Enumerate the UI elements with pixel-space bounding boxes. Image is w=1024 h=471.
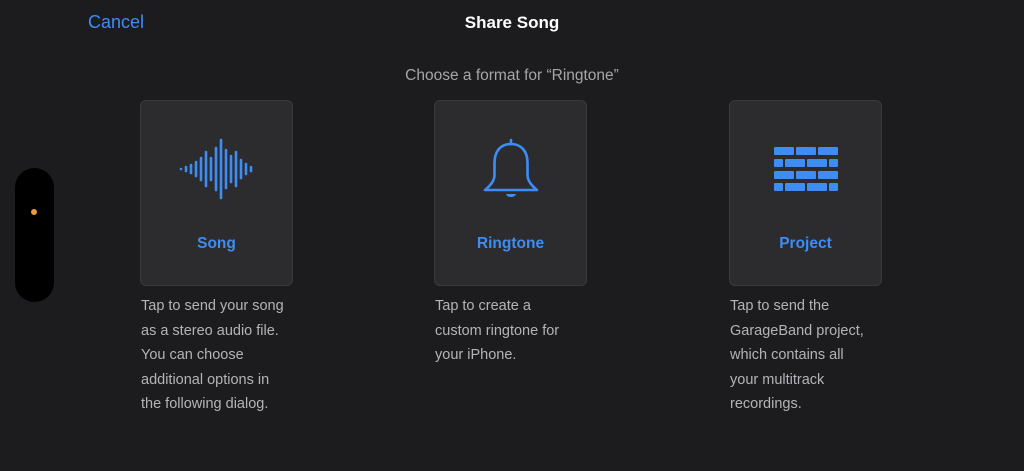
project-option-card[interactable]: Project	[729, 100, 882, 286]
project-option-description: Tap to send the GarageBand project, whic…	[730, 294, 900, 417]
description-line: Tap to create a	[435, 298, 531, 314]
description-line: Tap to send the	[730, 298, 830, 314]
ringtone-option-description: Tap to create a custom ringtone for your…	[435, 294, 605, 368]
description-line: your iPhone.	[435, 347, 517, 363]
song-option-label: Song	[197, 235, 236, 252]
bell-icon	[435, 137, 586, 201]
page-title: Share Song	[464, 13, 560, 32]
description-line: GarageBand project,	[730, 322, 864, 339]
song-option-card[interactable]: Song	[140, 100, 293, 286]
description-line: additional options in	[141, 371, 270, 388]
description-line: which contains all	[730, 347, 844, 363]
ringtone-option-card[interactable]: Ringtone	[434, 100, 587, 286]
description-line: as a stereo audio file.	[141, 322, 279, 339]
description-line: the following dialog.	[141, 396, 269, 412]
bricks-icon	[730, 137, 881, 201]
waveform-icon	[141, 137, 292, 201]
side-handle[interactable]	[15, 168, 54, 302]
status-indicator-dot	[31, 209, 37, 215]
description-line: your multitrack	[730, 371, 825, 388]
project-option-label: Project	[779, 235, 832, 252]
format-prompt: Choose a format for “Ringtone”	[405, 67, 619, 84]
description-line: You can choose	[141, 347, 244, 363]
description-line: custom ringtone for	[435, 322, 560, 339]
song-option-description: Tap to send your song as a stereo audio …	[141, 294, 311, 417]
ringtone-option-label: Ringtone	[476, 235, 545, 252]
description-line: Tap to send your song	[141, 298, 284, 314]
description-line: recordings.	[730, 396, 802, 412]
